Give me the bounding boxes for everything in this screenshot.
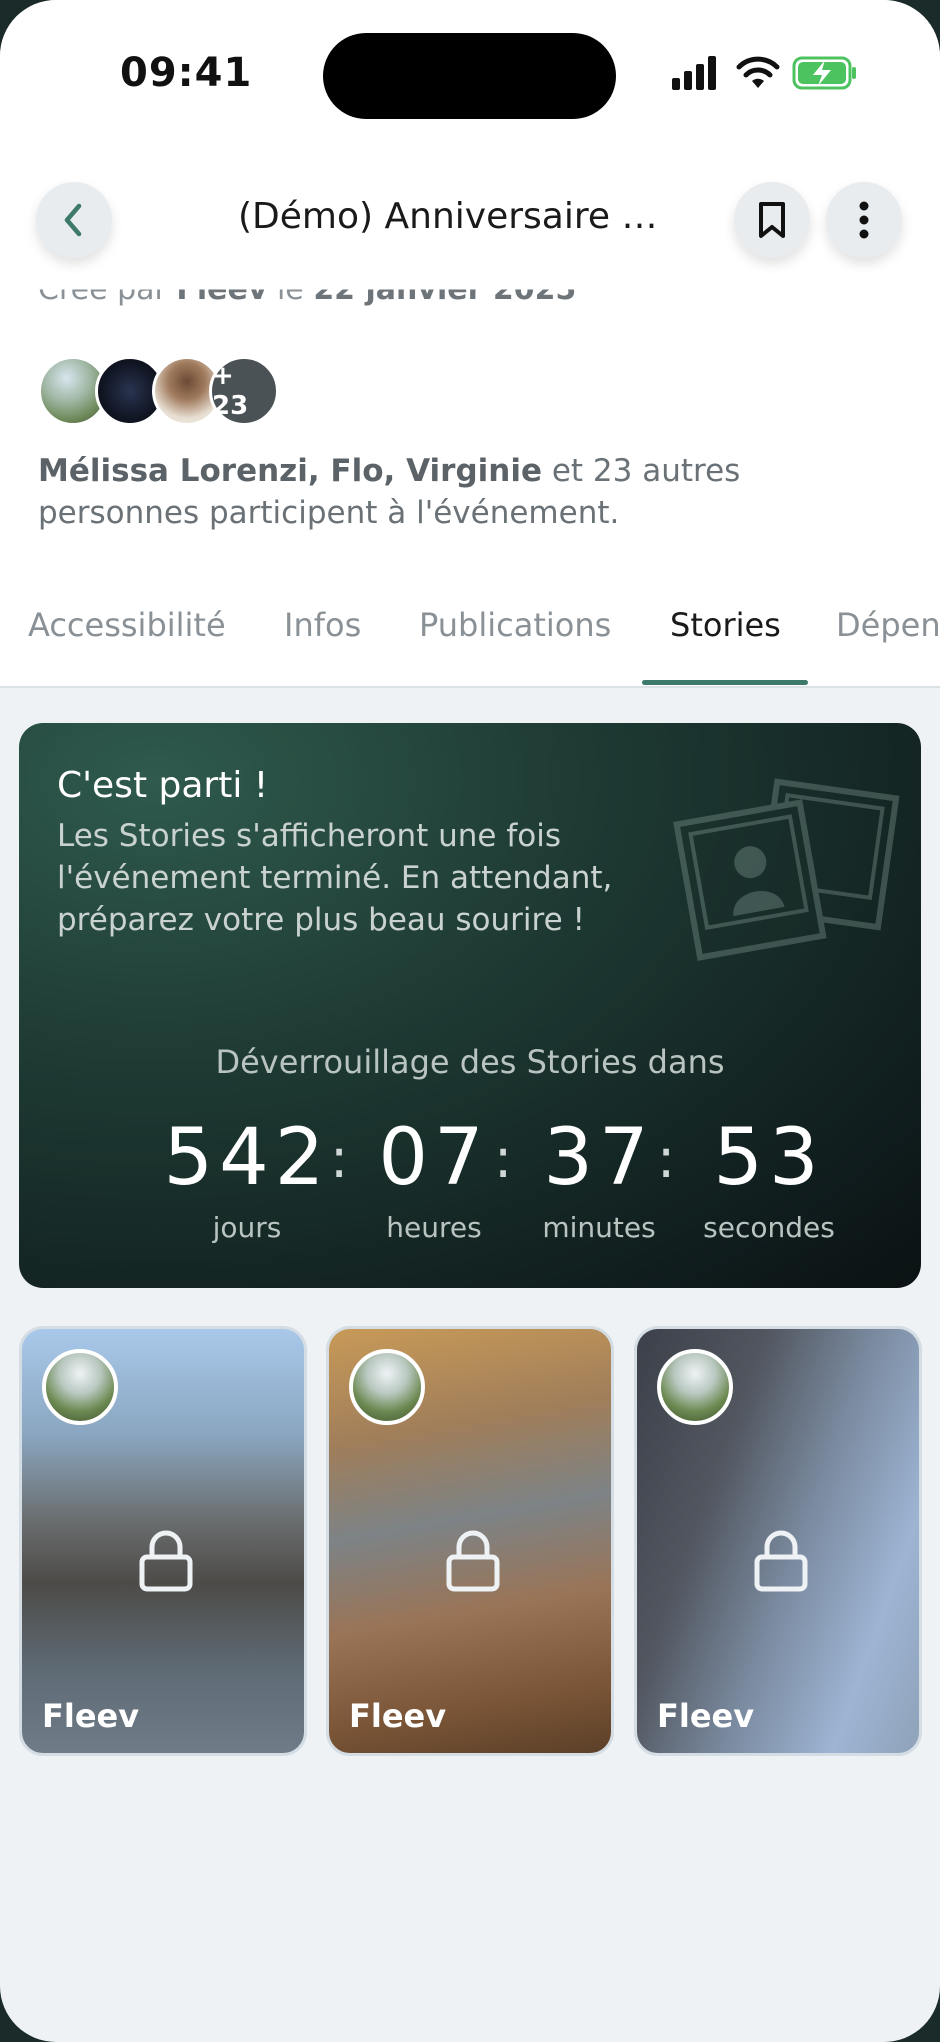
tabs-divider [0, 686, 940, 688]
countdown-seconds: 53 secondes [674, 1113, 864, 1263]
bookmark-icon [759, 202, 785, 238]
more-options-button[interactable] [826, 182, 902, 258]
status-time: 09:41 [120, 50, 253, 96]
story-tile[interactable]: Fleev [634, 1326, 922, 1756]
card-description: Les Stories s'afficheront une fois l'évé… [57, 818, 613, 938]
countdown-seconds-label: secondes [703, 1211, 835, 1244]
dynamic-island [323, 33, 616, 119]
countdown-minutes-value: 37 [543, 1113, 655, 1203]
story-author-name: Fleev [42, 1697, 140, 1735]
story-tile[interactable]: Fleev [326, 1326, 614, 1756]
more-vertical-icon [859, 201, 869, 239]
photos-icon [673, 778, 900, 961]
countdown-minutes-label: minutes [542, 1211, 656, 1244]
countdown-days-value: 542 [163, 1113, 331, 1203]
unlock-label: Déverrouillage des Stories dans [215, 1043, 725, 1081]
tab-publications[interactable]: Publications [419, 606, 611, 644]
tab-infos[interactable]: Infos [284, 606, 361, 644]
chevron-left-icon [64, 203, 82, 237]
lock-icon [754, 1530, 808, 1592]
status-icons [672, 56, 862, 96]
card-title: C'est parti ! [57, 765, 269, 806]
countdown-separator: : [330, 1127, 349, 1190]
more-participants-badge: + 23 [209, 356, 279, 426]
bookmark-button[interactable] [734, 182, 810, 258]
countdown-hours: 07 heures [359, 1113, 509, 1263]
story-author-avatar [42, 1349, 118, 1425]
story-author-avatar [657, 1349, 733, 1425]
wifi-icon [736, 56, 780, 88]
participant-avatars[interactable]: + 23 [38, 356, 298, 426]
countdown-days-label: jours [212, 1211, 282, 1244]
story-author-name: Fleev [657, 1697, 755, 1735]
lock-icon [139, 1530, 193, 1592]
lock-icon [446, 1530, 500, 1592]
page-title: (Démo) Anniversaire de... [238, 196, 678, 237]
event-tabs: Accessibilité Infos Publications Stories… [0, 600, 940, 686]
participants-summary: Mélissa Lorenzi, Flo, Virginie et 23 aut… [38, 450, 898, 534]
active-tab-indicator [642, 680, 808, 685]
countdown-separator: : [494, 1127, 513, 1190]
participant-names: Mélissa Lorenzi, Flo, Virginie [38, 453, 542, 489]
tab-depenses[interactable]: Dépen [836, 606, 940, 644]
countdown-days: 542 jours [143, 1113, 351, 1263]
app-screen: 09:41 (Démo) Anniversaire de... Créé par… [0, 0, 940, 2042]
countdown-hours-value: 07 [378, 1113, 490, 1203]
stories-countdown-card: C'est parti ! Les Stories s'afficheront … [19, 723, 921, 1288]
story-author-avatar [349, 1349, 425, 1425]
story-tile[interactable]: Fleev [19, 1326, 307, 1756]
battery-charging-icon [792, 56, 856, 90]
signal-icon [672, 56, 716, 90]
tab-accessibilite[interactable]: Accessibilité [28, 606, 226, 644]
back-button[interactable] [36, 182, 112, 258]
tab-stories[interactable]: Stories [670, 606, 781, 644]
countdown-minutes: 37 minutes [519, 1113, 679, 1263]
countdown-hours-label: heures [386, 1211, 482, 1244]
story-author-name: Fleev [349, 1697, 447, 1735]
countdown-separator: : [657, 1127, 676, 1190]
countdown-seconds-value: 53 [713, 1113, 825, 1203]
